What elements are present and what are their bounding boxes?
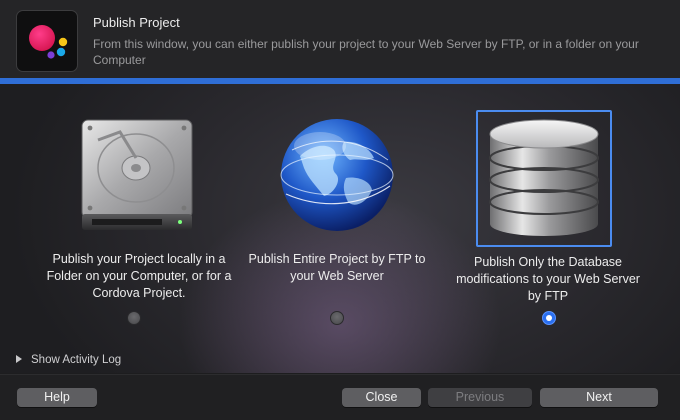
activity-log-label: Show Activity Log: [31, 354, 122, 366]
database-icon[interactable]: [484, 116, 604, 240]
option-local-folder-label: Publish your Project locally in a Folder…: [46, 252, 232, 300]
option-database-label: Publish Only the Database modifications …: [456, 255, 640, 303]
option-ftp-full-radio[interactable]: [330, 311, 344, 325]
option-ftp-full-label: Publish Entire Project by FTP to your We…: [248, 252, 426, 283]
show-activity-log-toggle[interactable]: Show Activity Log: [16, 354, 121, 366]
next-button[interactable]: Next: [540, 388, 658, 407]
dialog-description: From this window, you can either publish…: [93, 37, 639, 67]
close-button[interactable]: Close: [342, 388, 421, 407]
option-database-radio[interactable]: [542, 311, 556, 325]
disclosure-triangle-icon: [16, 354, 22, 363]
option-local-folder-radio[interactable]: [127, 311, 141, 325]
globe-icon[interactable]: [278, 116, 396, 234]
previous-button[interactable]: Previous: [428, 388, 532, 407]
dialog-header: Publish Project From this window, you ca…: [0, 0, 680, 78]
help-button[interactable]: Help: [17, 388, 97, 407]
app-logo-icon: [16, 10, 78, 72]
publish-options-panel: Publish your Project locally in a Folder…: [0, 84, 680, 373]
dialog-title: Publish Project: [93, 15, 180, 30]
hard-drive-icon[interactable]: [78, 118, 196, 234]
